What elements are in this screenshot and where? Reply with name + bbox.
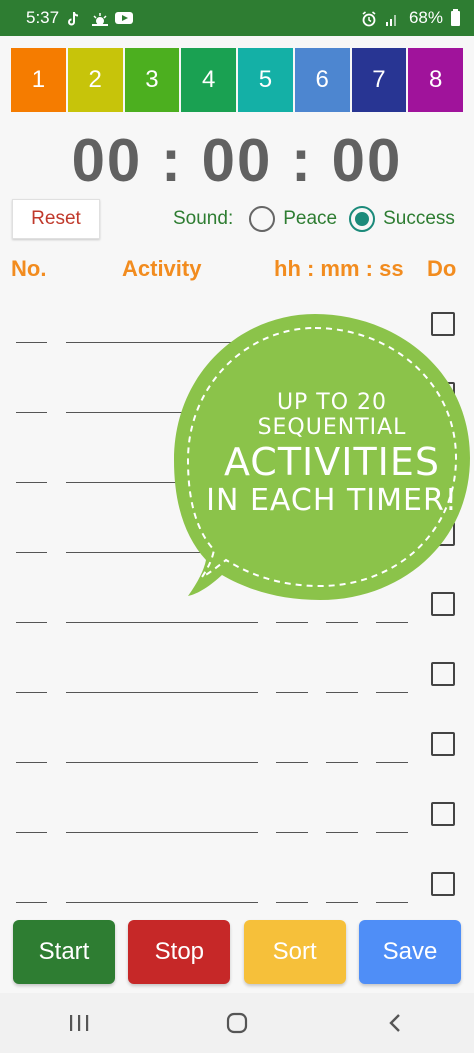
row-number-field[interactable]: [16, 412, 47, 413]
row-activity-field[interactable]: [66, 622, 258, 623]
tab-timer-2[interactable]: 2: [67, 48, 125, 112]
sound-label: Sound:: [173, 208, 234, 229]
tab-timer-1[interactable]: 1: [11, 48, 68, 112]
action-bar: Start Stop Sort Save: [13, 920, 461, 984]
row-minutes-field[interactable]: [326, 622, 358, 623]
column-activity: Activity: [122, 256, 202, 281]
battery-percent: 68%: [408, 8, 443, 27]
radio-peace-label[interactable]: Peace: [283, 208, 337, 230]
save-button[interactable]: Save: [358, 920, 461, 984]
row-minutes-field[interactable]: [326, 692, 358, 693]
sound-selector: Sound: Peace Success: [173, 206, 467, 232]
radio-peace[interactable]: [249, 206, 276, 232]
row-activity-field[interactable]: [66, 692, 258, 693]
radio-success[interactable]: [349, 206, 376, 232]
row-seconds-field[interactable]: [376, 622, 408, 623]
row-number-field[interactable]: [16, 832, 47, 833]
tab-timer-6[interactable]: 6: [294, 48, 352, 112]
row-number-field[interactable]: [16, 342, 47, 343]
status-time: 5:37: [26, 8, 60, 27]
row-hours-field[interactable]: [276, 692, 308, 693]
column-done: Do: [427, 256, 457, 281]
system-nav-bar: [0, 993, 474, 1053]
activity-row: [0, 720, 474, 790]
tab-timer-4[interactable]: 4: [181, 48, 238, 112]
row-number-field[interactable]: [16, 902, 47, 903]
timer-tabs: 1 2 3 4 5 6 7 8: [11, 48, 463, 112]
row-seconds-field[interactable]: [376, 692, 408, 693]
row-seconds-field[interactable]: [376, 762, 408, 763]
promo-line-1: UP TO 20 SEQUENTIAL: [257, 390, 407, 441]
tiktok-icon: [67, 11, 83, 26]
row-activity-field[interactable]: [66, 902, 258, 903]
sort-button[interactable]: Sort: [243, 920, 346, 984]
row-number-field[interactable]: [16, 692, 47, 693]
promo-line-3: IN EACH TIMER!: [206, 483, 458, 519]
tab-timer-7[interactable]: 7: [351, 48, 409, 112]
row-number-field[interactable]: [16, 552, 47, 553]
row-number-field[interactable]: [16, 762, 47, 763]
activity-row: [0, 790, 474, 860]
row-done-checkbox[interactable]: [431, 872, 455, 896]
row-minutes-field[interactable]: [326, 902, 358, 903]
row-hours-field[interactable]: [276, 622, 308, 623]
tab-timer-3[interactable]: 3: [124, 48, 182, 112]
row-number-field[interactable]: [16, 622, 47, 623]
youtube-icon: [115, 12, 134, 24]
reset-button[interactable]: Reset: [12, 199, 100, 239]
row-number-field[interactable]: [16, 482, 47, 483]
row-seconds-field[interactable]: [376, 832, 408, 833]
row-hours-field[interactable]: [276, 902, 308, 903]
activity-row: [0, 650, 474, 720]
radio-success-label[interactable]: Success: [383, 208, 455, 230]
row-seconds-field[interactable]: [376, 902, 408, 903]
alarm-icon: [361, 11, 377, 27]
row-activity-field[interactable]: [66, 832, 258, 833]
column-no: No.: [11, 256, 47, 281]
start-button[interactable]: Start: [13, 920, 115, 984]
row-done-checkbox[interactable]: [431, 802, 455, 826]
timer-display: 00 : 00 : 00: [71, 127, 403, 194]
column-time: hh : mm : ss: [274, 256, 404, 281]
row-hours-field[interactable]: [276, 832, 308, 833]
weather-icon: [91, 11, 109, 26]
tab-timer-5[interactable]: 5: [238, 48, 295, 112]
row-hours-field[interactable]: [276, 762, 308, 763]
row-minutes-field[interactable]: [326, 762, 358, 763]
recent-apps-icon[interactable]: [64, 1010, 94, 1036]
row-minutes-field[interactable]: [326, 832, 358, 833]
home-icon[interactable]: [222, 1010, 252, 1036]
promo-text: UP TO 20 SEQUENTIAL ACTIVITIES IN EACH T…: [200, 390, 464, 519]
promo-line-2: ACTIVITIES: [223, 439, 441, 484]
row-activity-field[interactable]: [66, 762, 258, 763]
signal-icon: [385, 11, 401, 26]
tab-timer-8[interactable]: 8: [408, 48, 463, 112]
stop-button[interactable]: Stop: [128, 920, 231, 984]
status-bar: 5:37 68%: [0, 0, 474, 36]
back-icon[interactable]: [380, 1010, 410, 1036]
row-done-checkbox[interactable]: [431, 662, 455, 686]
battery-icon: [451, 8, 460, 26]
row-done-checkbox[interactable]: [431, 732, 455, 756]
